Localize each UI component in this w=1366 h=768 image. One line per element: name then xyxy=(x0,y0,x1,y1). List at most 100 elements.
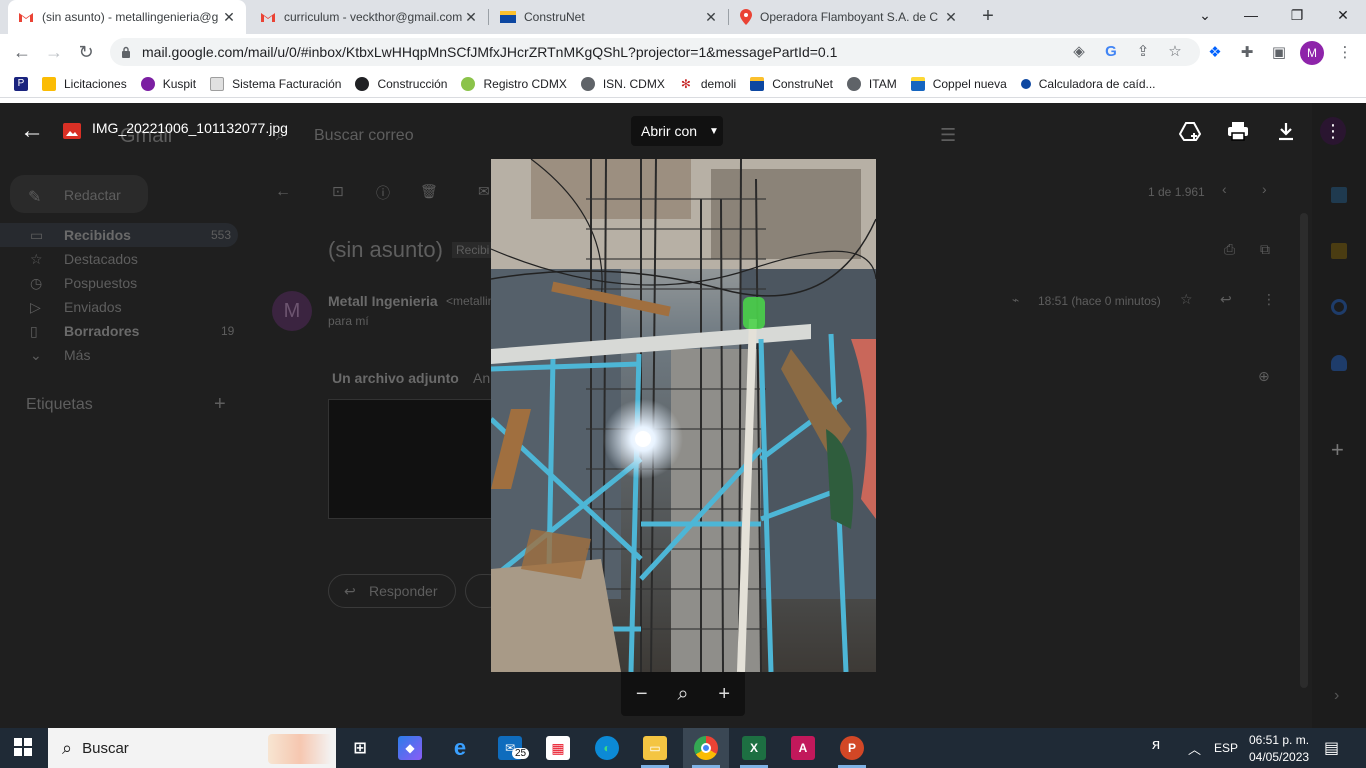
add-to-drive-icon[interactable] xyxy=(1178,117,1202,145)
bookmark-label: Licitaciones xyxy=(64,76,127,91)
newer-chevron-icon[interactable]: ‹ xyxy=(1222,181,1227,197)
more-options-icon[interactable]: ⋮ xyxy=(1262,291,1276,308)
bookmark-construccion[interactable]: Construcción xyxy=(355,76,447,91)
coppel-icon xyxy=(910,76,925,91)
bookmark-demoli[interactable]: ✻ demoli xyxy=(678,76,736,91)
close-tab-icon[interactable]: ✕ xyxy=(944,9,958,26)
bookmark-isn-cdmx[interactable]: ISN. CDMX xyxy=(580,76,665,91)
back-to-inbox-icon[interactable]: ← xyxy=(275,183,291,201)
autocad-icon[interactable]: A xyxy=(791,736,815,760)
bookmark-calculadora[interactable]: Calculadora de caíd... xyxy=(1020,77,1156,91)
microsoft-store-icon[interactable]: ▦ xyxy=(546,736,570,760)
edge-icon[interactable]: ◐ xyxy=(595,736,619,760)
side-panel-icon[interactable]: ▣ xyxy=(1268,41,1290,63)
tasks-icon[interactable] xyxy=(1331,299,1347,315)
report-spam-icon[interactable]: ⓘ xyxy=(376,183,390,203)
nav-mas[interactable]: Más xyxy=(64,347,90,363)
tab-gmail-curriculum[interactable]: curriculum - veckthor@gmail.com ✕ xyxy=(250,0,488,34)
add-label-icon[interactable]: + xyxy=(214,393,226,416)
get-addons-icon[interactable]: + xyxy=(1331,437,1344,463)
excel-icon[interactable]: X xyxy=(742,736,766,760)
older-chevron-icon[interactable]: › xyxy=(1262,181,1267,197)
bookmark-licitaciones[interactable]: Licitaciones xyxy=(42,76,127,91)
open-new-window-icon[interactable]: ⧉ xyxy=(1260,241,1270,258)
clock-date[interactable]: 04/05/2023 xyxy=(1249,750,1309,764)
print-all-icon[interactable]: ⎙ xyxy=(1224,241,1235,258)
bookmark-kuspit[interactable]: Kuspit xyxy=(140,76,196,91)
address-bar[interactable]: mail.google.com/mail/u/0/#inbox/KtbxLwHH… xyxy=(110,38,1200,66)
sender-name[interactable]: Metall Ingenieria xyxy=(328,293,438,309)
keep-icon[interactable] xyxy=(1331,243,1347,259)
attachment-thumbnail[interactable] xyxy=(328,399,492,519)
sender-avatar[interactable]: M xyxy=(272,291,312,331)
bookmark-coppel-nueva[interactable]: Coppel nueva xyxy=(910,76,1007,91)
nav-recibidos[interactable]: Recibidos xyxy=(64,227,131,243)
tab-operadora-flamboyant[interactable]: Operadora Flamboyant S.A. de C ✕ xyxy=(730,0,968,34)
nav-pospuestos[interactable]: Pospuestos xyxy=(64,275,137,291)
tab-search-chevron-icon[interactable]: ⌄ xyxy=(1182,0,1228,30)
google-translate-icon[interactable]: G xyxy=(1100,40,1122,62)
forward-arrow-icon[interactable]: → xyxy=(42,40,66,64)
chrome-menu-icon[interactable]: ⋮ xyxy=(1334,41,1356,63)
open-with-button[interactable]: Abrir con ▼ xyxy=(631,116,723,146)
bookmark-p-app[interactable]: P xyxy=(14,76,28,91)
bookmark-construnet[interactable]: ConstruNet xyxy=(750,76,833,91)
recipient-line[interactable]: para mí xyxy=(328,314,369,328)
contacts-icon[interactable] xyxy=(1331,355,1347,371)
reply-icon[interactable]: ↩ xyxy=(1220,291,1232,308)
minimize-window-icon[interactable]: — xyxy=(1228,0,1274,30)
extensions-puzzle-icon[interactable]: ✚ xyxy=(1236,41,1258,63)
profile-avatar[interactable]: M xyxy=(1300,41,1324,65)
file-explorer-icon[interactable]: ▭ xyxy=(643,736,667,760)
task-view-icon[interactable]: ⊞ xyxy=(348,736,372,760)
zoom-in-icon[interactable]: + xyxy=(718,683,730,706)
restore-window-icon[interactable]: ❐ xyxy=(1274,0,1320,30)
mark-unread-icon[interactable]: ✉ xyxy=(478,183,490,200)
windows-start-icon[interactable] xyxy=(14,738,34,758)
nav-destacados[interactable]: Destacados xyxy=(64,251,138,267)
close-window-icon[interactable]: ✕ xyxy=(1320,0,1366,30)
tab-gmail-sin-asunto[interactable]: (sin asunto) - metallingenieria@g ✕ xyxy=(8,0,246,34)
back-arrow-icon[interactable]: ← xyxy=(10,40,34,64)
taskbar-search-box[interactable]: ⌕ Buscar xyxy=(48,728,336,768)
trash-icon[interactable]: 🗑 xyxy=(420,183,438,200)
expand-panel-icon[interactable]: › xyxy=(1334,687,1339,705)
bookmark-star-icon[interactable]: ☆ xyxy=(1164,40,1186,62)
close-tab-icon[interactable]: ✕ xyxy=(464,9,478,26)
site-settings-icon[interactable]: ◈ xyxy=(1068,40,1090,62)
close-viewer-arrow-icon[interactable]: ← xyxy=(20,117,44,145)
bookmark-itam[interactable]: ITAM xyxy=(846,76,897,91)
zoom-out-icon[interactable]: − xyxy=(636,683,648,706)
new-tab-button[interactable]: + xyxy=(976,4,1000,28)
nav-enviados[interactable]: Enviados xyxy=(64,299,122,315)
bookmark-registro-cdmx[interactable]: Registro CDMX xyxy=(461,76,567,91)
close-tab-icon[interactable]: ✕ xyxy=(704,9,718,26)
dropbox-icon[interactable]: ❖ xyxy=(1204,41,1226,63)
copilot-icon[interactable]: ◆ xyxy=(398,736,422,760)
tab-construnet[interactable]: ConstruNet ✕ xyxy=(490,0,728,34)
tab-separator xyxy=(488,9,489,25)
reload-icon[interactable]: ↻ xyxy=(74,40,98,64)
close-tab-icon[interactable]: ✕ xyxy=(222,9,236,26)
scrollbar[interactable] xyxy=(1300,213,1308,688)
add-to-drive-icon[interactable]: ⊕ xyxy=(1258,368,1270,385)
share-icon[interactable]: ⇪ xyxy=(1132,40,1154,62)
clock-time[interactable]: 06:51 p. m. xyxy=(1249,733,1309,747)
star-message-icon[interactable]: ☆ xyxy=(1180,291,1193,308)
archive-icon[interactable]: ⊡ xyxy=(332,183,344,200)
chrome-icon[interactable] xyxy=(694,736,718,760)
notifications-icon[interactable]: ▤ xyxy=(1324,738,1339,758)
language-indicator[interactable]: ESP xyxy=(1214,741,1238,755)
subject-label-tag[interactable]: Recibi xyxy=(452,242,494,258)
print-icon[interactable] xyxy=(1226,117,1250,145)
people-icon[interactable]: ᴙ xyxy=(1152,736,1160,753)
tray-chevron-up-icon[interactable]: ︿ xyxy=(1188,739,1201,758)
edge-legacy-icon[interactable]: e xyxy=(448,735,472,760)
more-actions-icon[interactable]: ⋮ xyxy=(1320,117,1346,145)
reset-zoom-magnifier-icon[interactable]: ⌕ xyxy=(677,683,688,706)
download-icon[interactable] xyxy=(1274,117,1298,145)
bookmark-sistema-facturacion[interactable]: Sistema Facturación xyxy=(210,76,341,91)
nav-borradores[interactable]: Borradores xyxy=(64,323,139,339)
calendar-icon[interactable] xyxy=(1331,187,1347,203)
powerpoint-icon[interactable]: P xyxy=(840,736,864,760)
